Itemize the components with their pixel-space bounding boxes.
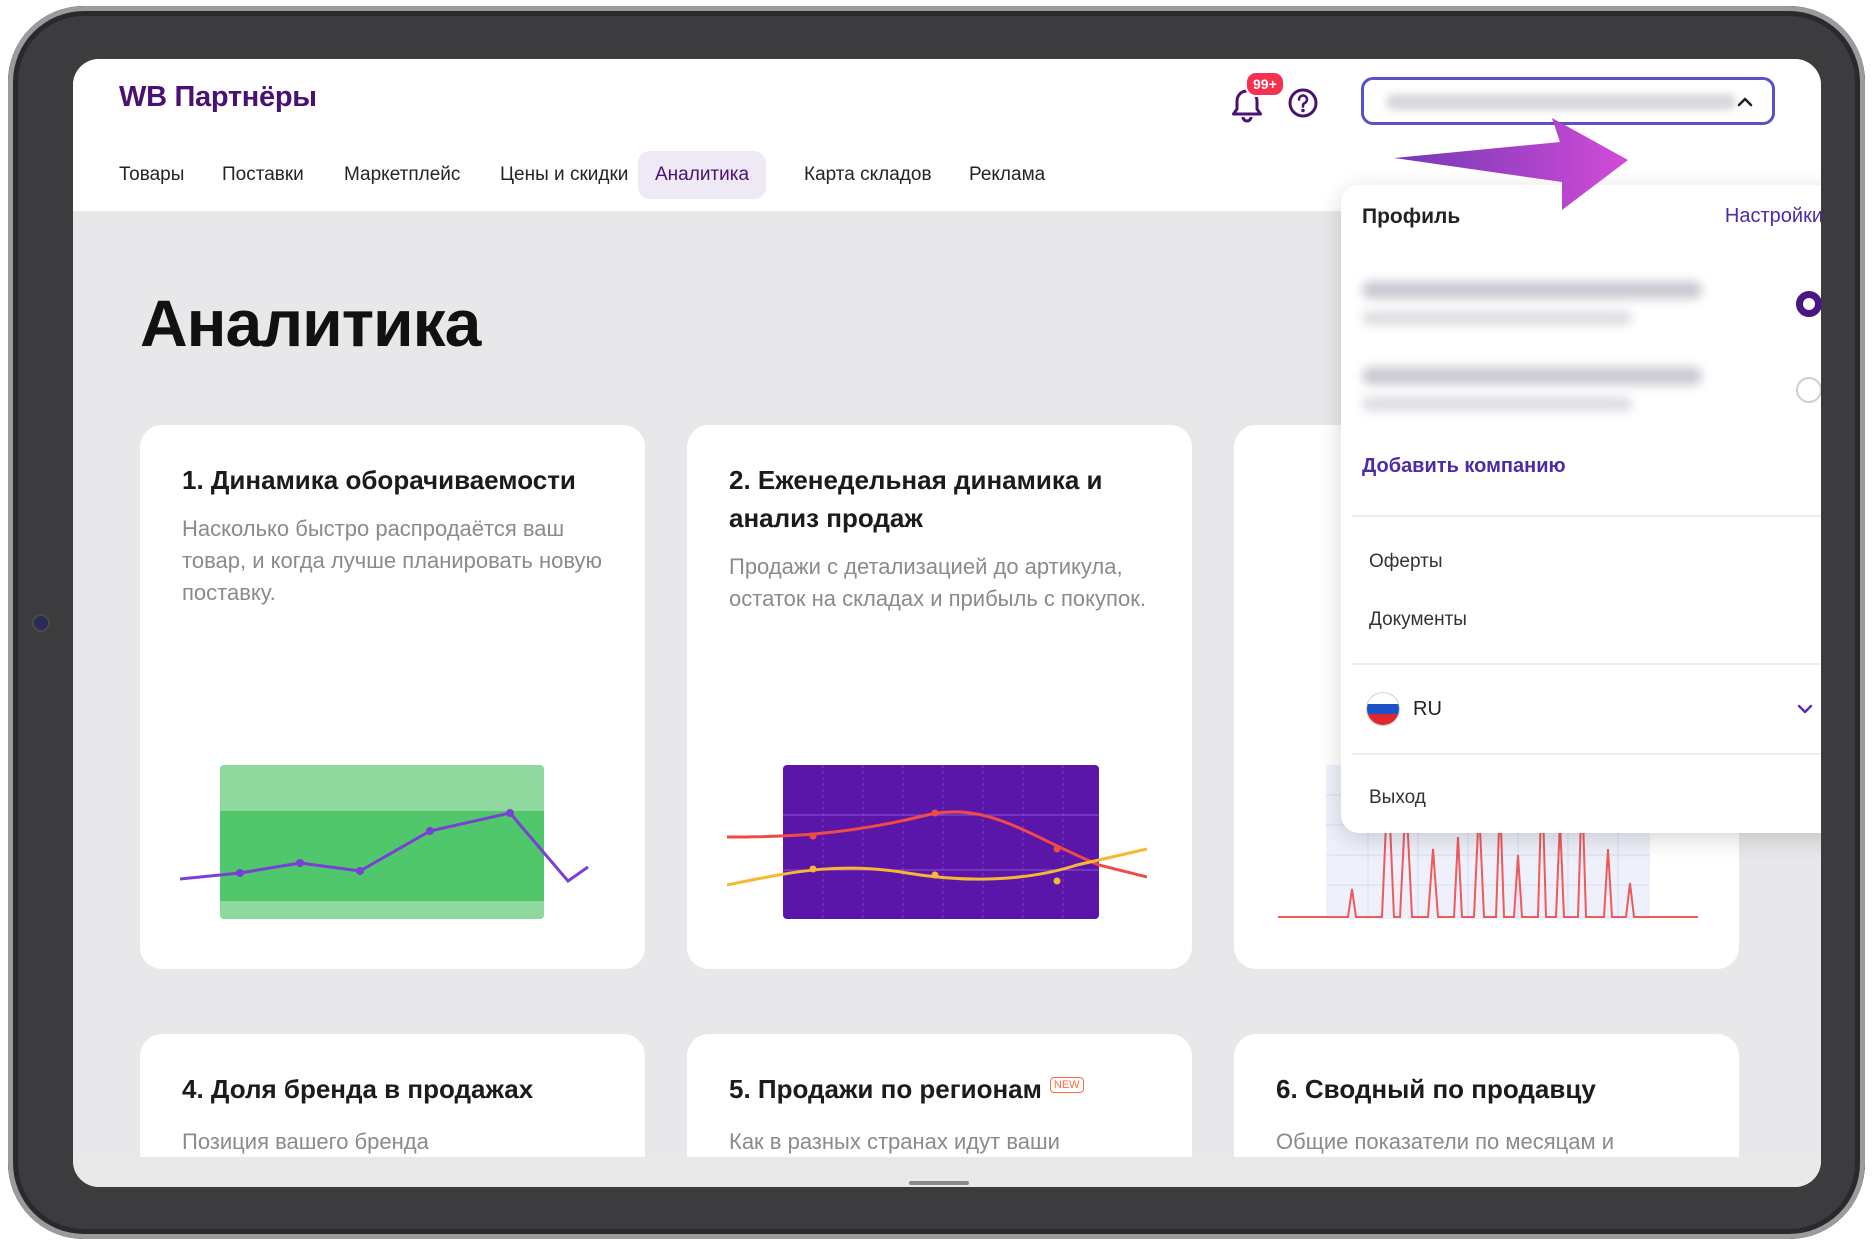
card-description: Продажи с детализацией до артикула, оста… [729,554,1146,611]
home-indicator[interactable] [909,1181,969,1185]
nav-item-analytics[interactable]: Аналитика [638,151,767,199]
radio-selected[interactable] [1796,291,1821,317]
settings-link[interactable]: Настройки [1725,205,1821,228]
profile-menu-button[interactable] [1361,77,1775,125]
card-description: Насколько быстро распродаётся ваш товар,… [182,516,603,605]
report-card-weekly-sales[interactable]: 2. Еженедельная динамика и анализ продаж… [687,425,1192,969]
company-option-1[interactable] [1362,275,1821,339]
card-title: 2. Еженедельная динамика и анализ продаж [729,465,1103,533]
card-title: 6. Сводный по продавцу [1276,1074,1596,1104]
front-camera [34,616,48,630]
chevron-up-icon [1737,97,1753,107]
blurred-company-id [1362,397,1632,411]
dropdown-header: Профиль [1362,205,1461,228]
help-icon[interactable] [1285,85,1321,121]
card-title: 5. Продажи по регионам [729,1074,1042,1104]
card-title-wrap: 5. Продажи по регионам NEW [729,1070,1156,1108]
logo[interactable]: WB Партнёры [119,81,317,114]
tablet-frame: WB Партнёры Товары Поставки Маркетплейс … [8,6,1865,1239]
card-description: Как в разных странах идут ваши [729,1129,1060,1154]
add-company-link[interactable]: Добавить компанию [1362,455,1566,478]
divider [1352,663,1821,665]
nav-item-warehouse-map[interactable]: Карта складов [787,151,949,199]
company-option-2[interactable] [1362,361,1821,425]
card-description: Общие показатели по месяцам и [1276,1129,1615,1154]
blurred-company-name [1362,281,1702,299]
nav-item-goods[interactable]: Товары [102,151,201,199]
notification-badge: 99+ [1245,71,1285,97]
nav-item-prices[interactable]: Цены и скидки [483,151,645,199]
language-label: RU [1413,698,1442,720]
page-title: Аналитика [140,286,481,360]
card-title: 4. Доля бренда в продажах [182,1074,534,1104]
blurred-company-name [1362,367,1702,385]
documents-link[interactable]: Документы [1369,609,1467,631]
blurred-company-id [1362,311,1632,325]
new-badge: NEW [1049,1077,1084,1093]
divider [1352,753,1821,755]
offers-link[interactable]: Оферты [1369,551,1443,573]
screen: WB Партнёры Товары Поставки Маркетплейс … [73,59,1821,1187]
turnover-illustration [180,765,589,919]
weekly-sales-illustration [727,765,1147,919]
divider [1352,515,1821,517]
card-description: Позиция вашего бренда [182,1129,429,1154]
nav-item-supplies[interactable]: Поставки [205,151,321,199]
russia-flag-icon [1367,693,1399,725]
radio-unselected[interactable] [1796,377,1821,403]
report-card-turnover[interactable]: 1. Динамика оборачиваемости Насколько бы… [140,425,645,969]
nav-item-ads[interactable]: Реклама [952,151,1062,199]
card-title: 1. Динамика оборачиваемости [182,465,576,495]
profile-dropdown: Профиль Настройки Добавить компанию Офер… [1341,185,1821,833]
chevron-down-icon [1797,704,1813,714]
language-selector[interactable]: RU [1367,693,1819,727]
logout-link[interactable]: Выход [1369,787,1426,809]
nav-item-marketplace[interactable]: Маркетплейс [327,151,477,199]
blurred-company-name [1386,94,1736,110]
